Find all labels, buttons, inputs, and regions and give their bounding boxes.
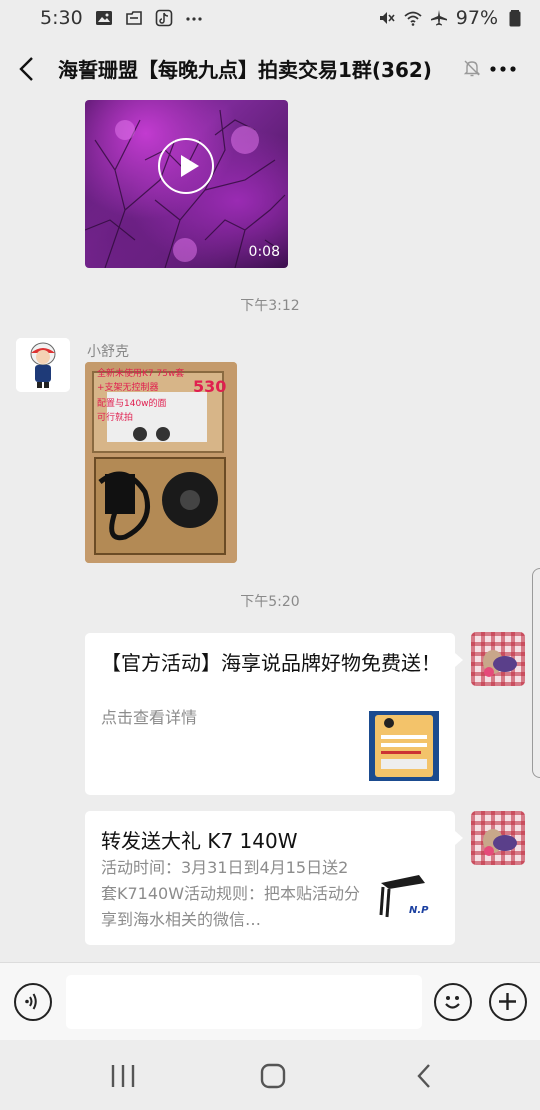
back-button[interactable] <box>14 54 40 84</box>
card-desc: 活动时间：3月31日到4月15日送2套K7140W活动规则：把本贴活动分享到海水… <box>101 858 361 929</box>
card-title: 转发送大礼 K7 140W <box>101 829 298 853</box>
link-card[interactable]: 【官方活动】海享说品牌好物免费送！ 点击查看详情 <box>85 633 463 795</box>
product-image <box>369 711 439 781</box>
product-image: N.P <box>369 865 439 935</box>
chat-title: 海誓珊盟【每晚九点】拍卖交易1群(362) <box>58 58 432 82</box>
play-icon[interactable] <box>158 138 214 194</box>
emoji-icon <box>445 996 460 1009</box>
scroll-handle[interactable] <box>532 568 540 778</box>
recent-apps-icon <box>111 1065 135 1087</box>
battery-percent: 97% <box>455 7 498 29</box>
avatar[interactable] <box>16 338 70 392</box>
home-button[interactable] <box>258 1062 288 1090</box>
folder-icon <box>125 9 143 27</box>
photo-overlay-price: 530 <box>193 377 226 396</box>
photo-overlay-line-1: 全新未使用K7 75w套 <box>97 367 184 379</box>
link-card[interactable]: 转发送大礼 K7 140W 活动时间：3月31日到4月15日送2套K7140W活… <box>85 811 463 945</box>
card-thumbnail: N.P <box>369 865 439 935</box>
sender-name: 小舒克 <box>87 344 129 360</box>
avatar-self[interactable] <box>471 632 525 686</box>
avatar-image <box>483 829 517 856</box>
voice-icon <box>25 993 37 1010</box>
thumb-logo: N.P <box>409 905 429 916</box>
mute-bell-icon <box>462 58 482 78</box>
mute-vibrate-icon <box>378 9 396 27</box>
avatar-image <box>16 338 70 392</box>
card-title: 【官方活动】海享说品牌好物免费送！ <box>101 651 441 675</box>
nav-back-button[interactable] <box>410 1062 440 1090</box>
avatar-image <box>483 650 517 677</box>
video-duration: 0:08 <box>248 244 280 260</box>
home-icon <box>260 1063 286 1089</box>
photo-overlay-line-2: +支架无控制器 <box>97 381 159 393</box>
timestamp: 下午5:20 <box>240 594 300 610</box>
status-time: 5:30 <box>40 7 83 29</box>
chat-header: 海誓珊盟【每晚九点】拍卖交易1群(362) <box>0 36 540 100</box>
message-list[interactable]: 0:08 下午3:12 小舒克 全新未使用K7 75w套 +支架无控制器 530 <box>0 100 540 962</box>
system-nav-bar <box>0 1040 540 1110</box>
status-right: 97% <box>378 7 524 29</box>
more-icon <box>490 66 516 72</box>
airplane-icon <box>430 9 448 27</box>
plus-button[interactable] <box>489 983 527 1021</box>
message-input[interactable] <box>66 975 422 1029</box>
photo-overlay-line-4: 可行就拍 <box>97 411 133 423</box>
tiktok-icon <box>155 9 173 27</box>
status-bar: 5:30 97% <box>0 0 540 36</box>
input-bar <box>0 962 540 1040</box>
voice-button[interactable] <box>14 983 52 1021</box>
avatar-self[interactable] <box>471 811 525 865</box>
card-desc: 点击查看详情 <box>101 708 198 727</box>
gallery-icon <box>95 9 113 27</box>
emoji-button[interactable] <box>434 983 472 1021</box>
photo-message[interactable]: 全新未使用K7 75w套 +支架无控制器 530 配置与140w的面 可行就拍 <box>85 362 237 563</box>
photo-overlay-line-3: 配置与140w的面 <box>97 397 167 409</box>
back-icon <box>19 57 33 81</box>
status-left: 5:30 <box>40 7 203 29</box>
plus-icon <box>499 993 516 1010</box>
photo-image: 全新未使用K7 75w套 +支架无控制器 530 配置与140w的面 可行就拍 <box>85 362 237 563</box>
nav-back-icon <box>417 1064 430 1088</box>
battery-icon <box>506 9 524 27</box>
timestamp: 下午3:12 <box>240 298 300 314</box>
recent-apps-button[interactable] <box>108 1062 138 1090</box>
card-thumbnail <box>369 711 439 781</box>
wifi-icon <box>404 9 422 27</box>
more-button[interactable] <box>488 56 518 82</box>
video-message[interactable]: 0:08 <box>85 100 288 268</box>
more-dots-icon <box>185 9 203 27</box>
